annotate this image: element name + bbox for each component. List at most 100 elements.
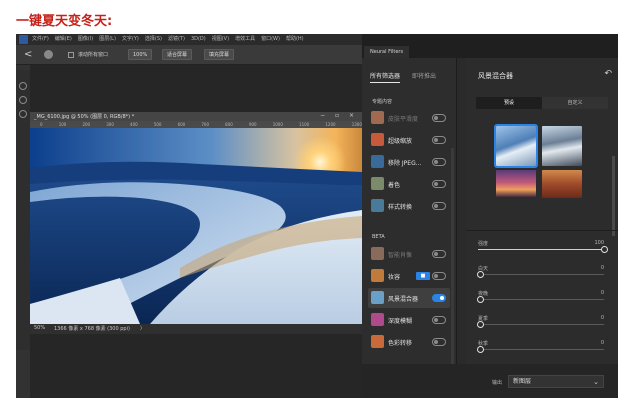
filter-list-scrollbar[interactable] <box>451 148 454 388</box>
filter-toggle[interactable] <box>432 294 446 302</box>
menu-item-image[interactable]: 图像(I) <box>78 35 93 44</box>
filter-thumbnail-icon <box>371 269 384 282</box>
tool-icon[interactable] <box>19 110 27 118</box>
divider <box>466 230 618 231</box>
landscape-photo[interactable] <box>30 128 362 324</box>
slider-label: 强度 <box>478 241 489 247</box>
scroll-all-checkbox[interactable] <box>68 52 74 58</box>
segment-presets[interactable]: 预设 <box>476 97 542 109</box>
filter-name: 智能肖像 <box>388 252 413 259</box>
filter-toggle[interactable] <box>432 272 446 280</box>
slider-value: 0 <box>600 315 604 321</box>
featured-filter-row[interactable]: 超级缩放 <box>368 130 450 150</box>
tool-icon[interactable] <box>19 96 27 104</box>
beta-filter-row[interactable]: 智能肖像 <box>368 244 450 264</box>
status-zoom[interactable]: 50% <box>34 325 45 331</box>
slider-track[interactable] <box>478 274 604 275</box>
menu-item-file[interactable]: 文件(F) <box>32 35 49 44</box>
zoom-100-button[interactable]: 100% <box>128 49 153 60</box>
slider-track[interactable] <box>478 299 604 300</box>
segment-custom[interactable]: 自定义 <box>542 97 608 109</box>
filter-toggle[interactable] <box>432 338 446 346</box>
slider[interactable]: 白天 0 <box>477 265 604 278</box>
filter-name: 皮肤平滑度 <box>388 116 419 123</box>
filter-toggle[interactable] <box>432 158 446 166</box>
slider-handle[interactable] <box>477 346 484 353</box>
slider[interactable]: 夜晚 0 <box>477 290 604 303</box>
back-arrow-icon[interactable]: < <box>24 49 32 60</box>
beta-filter-row[interactable]: 色彩转移 <box>368 332 450 352</box>
slider-handle[interactable] <box>477 296 484 303</box>
document-tab[interactable]: _MG_6100.jpg @ 50% (图层 0, RGB/8*) * − ▫ … <box>30 112 362 121</box>
slider[interactable]: 秋季 0 <box>477 340 604 353</box>
slider-fill <box>478 249 604 250</box>
filter-toggle[interactable] <box>432 316 446 324</box>
tab-all-filters[interactable]: 所有筛选器 <box>370 71 401 83</box>
panel-tab-bar: Neural Filters <box>362 34 618 58</box>
neural-filters-tab[interactable]: Neural Filters <box>364 46 410 58</box>
slider-track[interactable] <box>478 324 604 325</box>
photoshop-logo-icon <box>19 35 28 44</box>
beta-section-title: BETA <box>372 234 385 240</box>
preset-custom-toggle: 预设 自定义 <box>476 97 608 109</box>
chevron-down-icon: ⌄ <box>593 378 599 386</box>
filter-thumbnail-icon <box>371 177 384 190</box>
preset-thumbnail-sunset[interactable] <box>496 170 536 198</box>
filter-toggle[interactable] <box>432 202 446 210</box>
beta-filter-row[interactable]: 妆容 ■ <box>368 266 450 286</box>
toggle-knob <box>434 182 438 186</box>
slider-value: 0 <box>600 290 604 296</box>
menu-item-plugins[interactable]: 增效工具 <box>235 35 255 44</box>
filter-name: 超级缩放 <box>388 138 413 145</box>
reset-icon[interactable]: ↶ <box>604 69 612 79</box>
fill-screen-button[interactable]: 填充屏幕 <box>204 49 235 60</box>
featured-filter-row[interactable]: 移除 JPEG... <box>368 152 450 172</box>
filter-title: 风景混合器 <box>478 72 513 80</box>
output-select[interactable]: 新图层 ⌄ <box>508 375 604 388</box>
slider-handle[interactable] <box>477 321 484 328</box>
filter-toggle[interactable] <box>432 136 446 144</box>
download-badge[interactable]: ■ <box>416 272 430 280</box>
filter-thumbnail-icon <box>371 199 384 212</box>
filter-name: 风景混合器 <box>388 296 419 303</box>
menu-item-edit[interactable]: 编辑(E) <box>55 35 72 44</box>
featured-filter-row[interactable]: 着色 <box>368 174 450 194</box>
menu-item-filter[interactable]: 滤镜(T) <box>168 35 185 44</box>
tool-icon[interactable] <box>19 82 27 90</box>
beta-filter-row[interactable]: 风景混合器 <box>368 288 450 308</box>
toggle-knob <box>434 116 438 120</box>
menu-item-view[interactable]: 视图(V) <box>212 35 229 44</box>
menu-item-select[interactable]: 选择(S) <box>145 35 162 44</box>
menu-item-type[interactable]: 文字(Y) <box>122 35 139 44</box>
preset-thumbnail-winter-ridge[interactable] <box>542 126 582 166</box>
filter-toggle[interactable] <box>432 250 446 258</box>
fit-screen-button[interactable]: 适合屏幕 <box>162 49 193 60</box>
filter-settings: 风景混合器 ↶ 预设 自定义 强度100白天0夜晚0夏季0秋季0冬季0 <box>466 58 618 398</box>
status-arrow-icon[interactable]: 〉 <box>140 325 145 332</box>
filter-thumbnail-icon <box>371 247 384 260</box>
preset-thumbnail-snow-mountain[interactable] <box>494 124 538 168</box>
preset-thumbnail-canyon[interactable] <box>542 170 582 198</box>
filter-toggle[interactable] <box>432 114 446 122</box>
tab-waitlist[interactable]: 即将推出 <box>412 71 436 83</box>
toggle-knob <box>434 274 438 278</box>
beta-filter-row[interactable]: 深度模糊 <box>368 310 450 330</box>
menu-item-help[interactable]: 帮助(H) <box>286 35 304 44</box>
window-controls[interactable]: − ▫ × <box>320 112 358 119</box>
presets-scrollbar[interactable] <box>612 156 615 236</box>
slider-handle[interactable] <box>477 271 484 278</box>
filter-toggle[interactable] <box>432 180 446 188</box>
menu-item-layer[interactable]: 图层(L) <box>99 35 116 44</box>
filter-name: 妆容 <box>388 274 401 281</box>
featured-filter-row[interactable]: 样式转换 <box>368 196 450 216</box>
featured-filter-row[interactable]: 皮肤平滑度 <box>368 108 450 128</box>
filter-subtabs: 所有筛选器 即将推出 <box>370 71 436 83</box>
hand-tool-icon[interactable] <box>44 50 53 59</box>
menu-item-window[interactable]: 窗口(W) <box>261 35 280 44</box>
slider-handle[interactable] <box>601 246 608 253</box>
document-window: _MG_6100.jpg @ 50% (图层 0, RGB/8*) * − ▫ … <box>30 112 362 334</box>
slider[interactable]: 夏季 0 <box>477 315 604 328</box>
slider-track[interactable] <box>478 349 604 350</box>
slider[interactable]: 强度 100 <box>478 240 608 253</box>
menu-item-3d[interactable]: 3D(D) <box>191 35 206 44</box>
